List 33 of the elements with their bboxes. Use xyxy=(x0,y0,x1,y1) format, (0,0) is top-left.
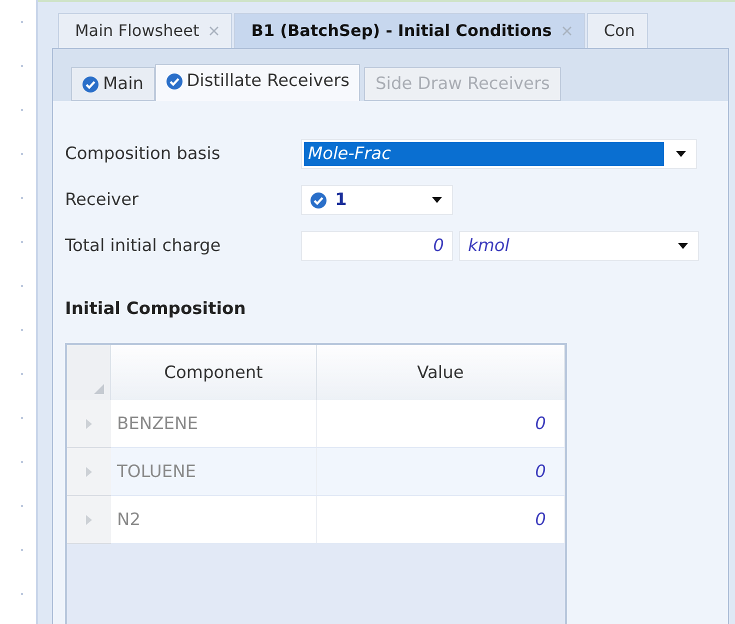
field-label: Composition basis xyxy=(65,144,222,164)
row-marker-icon xyxy=(86,466,92,476)
column-header[interactable]: Component xyxy=(111,345,317,400)
table-cell: N2 xyxy=(111,496,317,543)
field-label: Receiver xyxy=(65,190,140,210)
check-icon xyxy=(166,72,183,90)
table-cell: BENZENE xyxy=(111,400,317,447)
dropdown-caret-icon xyxy=(678,243,688,249)
corner-icon xyxy=(94,384,104,394)
column-header[interactable]: Value xyxy=(317,345,565,400)
table-cell: 0 xyxy=(317,400,565,447)
row-marker-icon xyxy=(86,514,92,524)
field-label: Total initial charge xyxy=(65,236,222,256)
dropdown-caret-icon xyxy=(676,151,686,157)
document-tab[interactable]: B1 (BatchSep) - Initial Conditions xyxy=(234,13,585,48)
check-icon xyxy=(82,76,99,92)
receiver-dropdown[interactable]: 1 xyxy=(301,185,453,215)
composition-basis-dropdown[interactable]: Mole-Frac xyxy=(301,139,697,169)
document-tab[interactable]: Con xyxy=(586,13,648,48)
row-marker-icon xyxy=(86,418,92,428)
close-icon[interactable] xyxy=(209,26,220,36)
charge-input[interactable]: 0 xyxy=(301,231,453,261)
table-cell: TOLUENE xyxy=(111,448,317,495)
document-tab[interactable]: Main Flowsheet xyxy=(58,13,232,48)
unit-dropdown[interactable]: kmol xyxy=(459,231,699,261)
table-cell: 0 xyxy=(317,496,565,543)
close-icon[interactable] xyxy=(562,26,572,36)
table-cell: 0 xyxy=(317,448,565,495)
form-tab[interactable]: Distillate Receivers xyxy=(154,64,360,101)
section-title: Initial Composition xyxy=(65,299,247,319)
form-tab[interactable]: Main xyxy=(71,67,155,101)
dropdown-caret-icon xyxy=(432,197,442,203)
check-icon xyxy=(310,192,327,208)
